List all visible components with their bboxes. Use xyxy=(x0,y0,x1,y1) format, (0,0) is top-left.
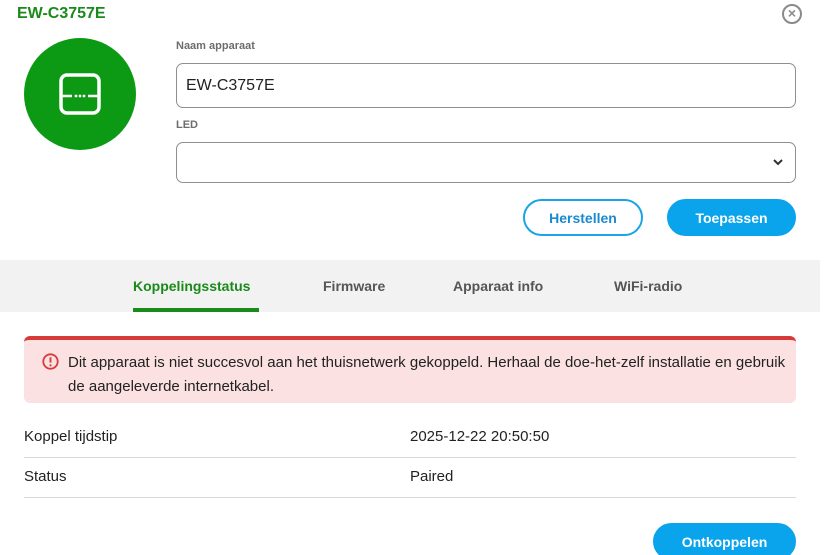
tab-bar: Koppelingsstatus Firmware Apparaat info … xyxy=(0,260,820,312)
detail-value: 2025-12-22 20:50:50 xyxy=(410,428,550,445)
tab-wifi-radio[interactable]: WiFi-radio xyxy=(614,278,682,294)
reset-button[interactable]: Herstellen xyxy=(523,199,643,236)
error-alert-text: Dit apparaat is niet succesvol aan het t… xyxy=(68,354,786,395)
device-name-label: Naam apparaat xyxy=(176,40,255,52)
unpair-button[interactable]: Ontkoppelen xyxy=(653,523,796,555)
error-alert: Dit apparaat is niet succesvol aan het t… xyxy=(24,336,796,403)
detail-key: Koppel tijdstip xyxy=(24,428,118,445)
led-select[interactable] xyxy=(176,142,796,183)
device-name-input[interactable]: EW-C3757E xyxy=(176,63,796,108)
device-avatar xyxy=(24,38,136,150)
active-tab-indicator xyxy=(133,308,259,312)
tab-apparaat-info[interactable]: Apparaat info xyxy=(453,278,543,294)
detail-row-status: Status Paired xyxy=(24,458,796,498)
tab-firmware[interactable]: Firmware xyxy=(323,278,385,294)
tab-koppelingsstatus[interactable]: Koppelingsstatus xyxy=(133,278,250,294)
router-icon xyxy=(59,73,101,115)
close-icon[interactable]: × xyxy=(782,4,802,24)
apply-button[interactable]: Toepassen xyxy=(667,199,796,236)
error-icon xyxy=(42,353,59,370)
detail-row-pair-time: Koppel tijdstip 2025-12-22 20:50:50 xyxy=(24,418,796,458)
led-label: LED xyxy=(176,119,198,131)
page-title: EW-C3757E xyxy=(17,5,106,22)
chevron-down-icon xyxy=(773,159,783,166)
detail-key: Status xyxy=(24,468,67,485)
detail-value: Paired xyxy=(410,468,454,485)
